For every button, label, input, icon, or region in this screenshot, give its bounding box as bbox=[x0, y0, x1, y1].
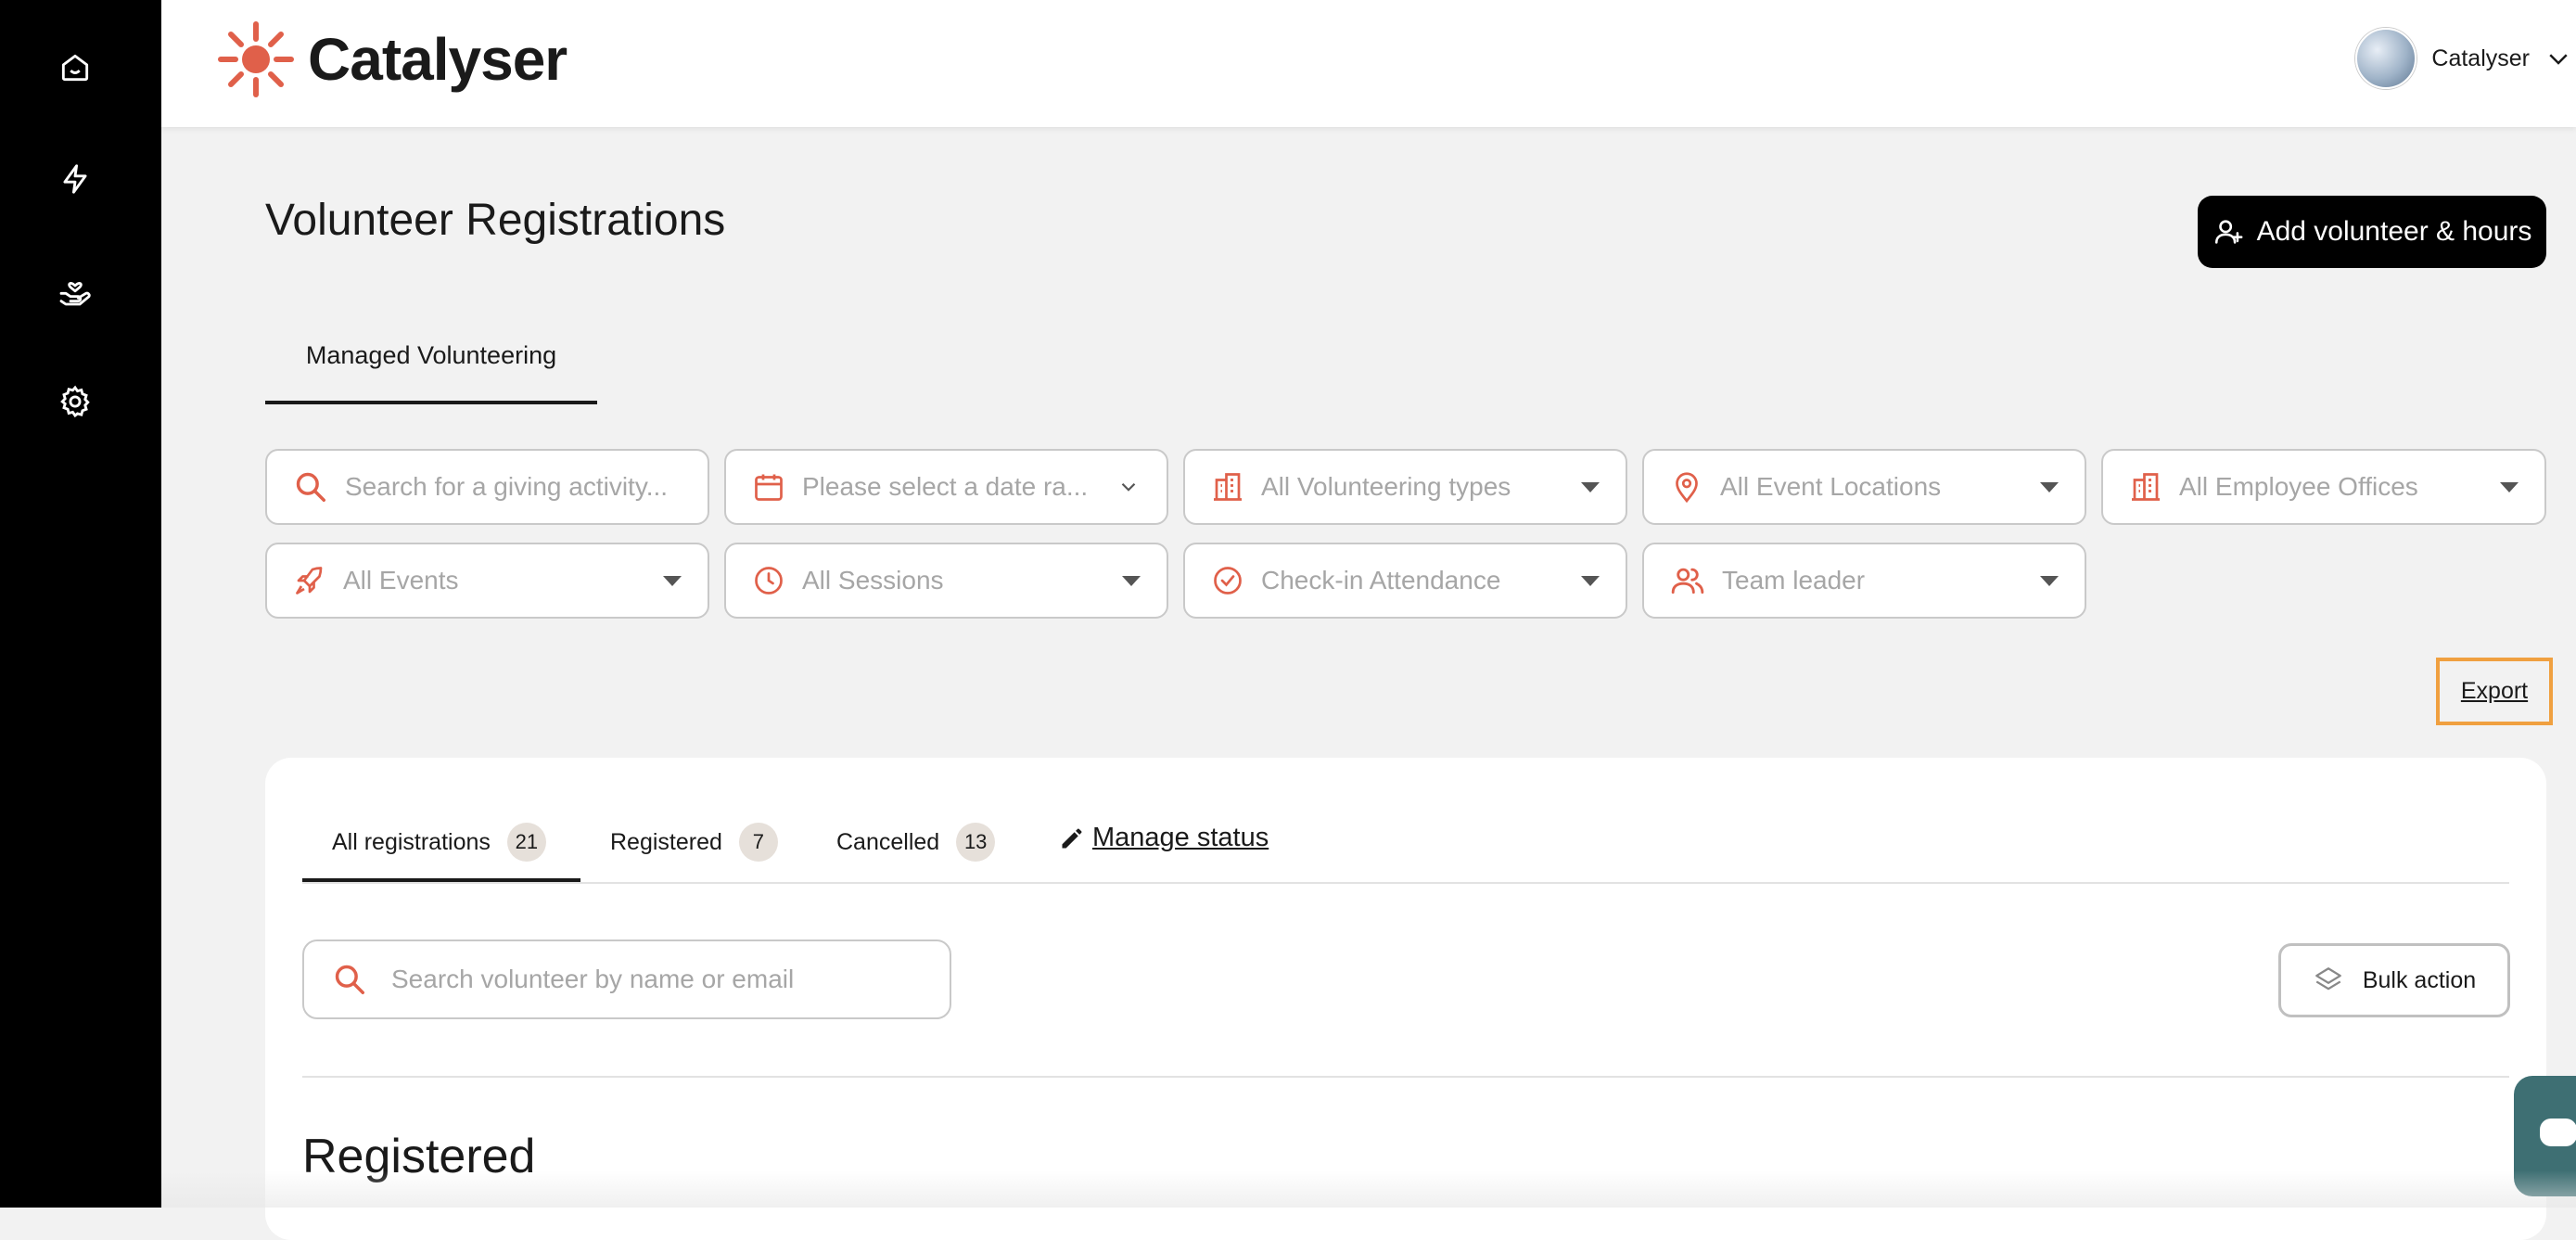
tab-label: Registered bbox=[610, 828, 722, 855]
count-badge: 13 bbox=[956, 823, 996, 862]
pencil-icon bbox=[1062, 828, 1082, 848]
tab-managed-volunteering[interactable]: Managed Volunteering bbox=[265, 341, 597, 404]
gear-icon[interactable] bbox=[52, 378, 98, 425]
activity-search-placeholder: Search for a giving activity... bbox=[345, 472, 669, 501]
tab-cancelled[interactable]: Cancelled 13 bbox=[836, 823, 996, 862]
location-pin-icon bbox=[1676, 472, 1698, 504]
tab-registered[interactable]: Registered 7 bbox=[610, 823, 778, 862]
user-menu[interactable]: Catalyser bbox=[2355, 28, 2576, 89]
top-bar: Catalyser Catalyser bbox=[161, 0, 2576, 127]
hand-heart-icon[interactable] bbox=[52, 267, 98, 313]
divider bbox=[302, 1076, 2509, 1078]
page-title: Volunteer Registrations bbox=[265, 196, 726, 245]
add-volunteer-button[interactable]: Add volunteer & hours bbox=[2198, 196, 2546, 268]
caret-down-icon bbox=[2040, 575, 2059, 586]
chevron-down-icon[interactable] bbox=[2544, 45, 2572, 72]
export-link[interactable]: Export bbox=[2436, 658, 2553, 725]
checkin-attendance-value: Check-in Attendance bbox=[1261, 566, 1501, 594]
rocket-icon bbox=[296, 567, 323, 594]
home-icon[interactable] bbox=[52, 45, 98, 91]
divider bbox=[302, 882, 2509, 884]
tab-label: Cancelled bbox=[836, 828, 940, 855]
caret-down-icon bbox=[1122, 575, 1141, 586]
employee-offices-select[interactable]: All Employee Offices bbox=[2101, 449, 2546, 525]
clock-icon bbox=[755, 567, 783, 594]
search-icon bbox=[335, 965, 364, 994]
count-badge: 21 bbox=[506, 823, 546, 862]
employee-offices-value: All Employee Offices bbox=[2179, 472, 2418, 501]
volunteer-search-input[interactable]: Search volunteer by name or email bbox=[302, 940, 951, 1019]
activity-search-input[interactable]: Search for a giving activity... bbox=[265, 449, 709, 525]
building-icon bbox=[2132, 473, 2160, 501]
volunteer-search-placeholder: Search volunteer by name or email bbox=[391, 965, 795, 993]
section-title: Registered bbox=[302, 1130, 536, 1183]
checkin-attendance-select[interactable]: Check-in Attendance bbox=[1183, 543, 1627, 619]
events-value: All Events bbox=[343, 566, 459, 594]
team-leader-value: Team leader bbox=[1722, 566, 1866, 594]
date-range-picker[interactable]: Please select a date ra... bbox=[724, 449, 1168, 525]
search-icon bbox=[296, 472, 325, 502]
caret-down-icon bbox=[663, 575, 682, 586]
tab-label: All registrations bbox=[332, 828, 491, 855]
users-icon bbox=[1671, 568, 1704, 594]
caret-down-icon bbox=[1581, 575, 1600, 586]
check-circle-icon bbox=[1214, 567, 1242, 594]
avatar[interactable] bbox=[2355, 28, 2417, 89]
sidebar bbox=[0, 0, 161, 1208]
sessions-value: All Sessions bbox=[802, 566, 944, 594]
user-name: Catalyser bbox=[2431, 45, 2530, 71]
chat-widget-button[interactable] bbox=[2514, 1076, 2576, 1196]
event-locations-select[interactable]: All Event Locations bbox=[1642, 449, 2086, 525]
chat-bubble-icon bbox=[2540, 1119, 2576, 1146]
caret-down-icon bbox=[1581, 481, 1600, 492]
bulk-action-button[interactable]: Bulk action bbox=[2278, 943, 2510, 1017]
count-badge: 7 bbox=[738, 823, 778, 862]
caret-down-icon bbox=[2040, 481, 2059, 492]
user-plus-icon bbox=[2214, 220, 2243, 244]
calendar-icon bbox=[755, 474, 783, 501]
date-range-placeholder: Please select a date ra... bbox=[802, 472, 1089, 501]
event-locations-value: All Event Locations bbox=[1720, 472, 1942, 501]
logo-text: Catalyser bbox=[308, 26, 567, 93]
tab-label: Managed Volunteering bbox=[305, 341, 557, 369]
layers-icon bbox=[2315, 967, 2341, 991]
team-leader-select[interactable]: Team leader bbox=[1642, 543, 2086, 619]
sun-logo-icon bbox=[218, 21, 294, 97]
bulk-action-label: Bulk action bbox=[2362, 966, 2477, 993]
building-icon bbox=[1214, 473, 1242, 501]
manage-status-link[interactable]: Manage status bbox=[1059, 823, 1269, 853]
manage-status-label: Manage status bbox=[1092, 823, 1269, 852]
sessions-select[interactable]: All Sessions bbox=[724, 543, 1168, 619]
volunteering-types-select[interactable]: All Volunteering types bbox=[1183, 449, 1627, 525]
chevron-down-icon bbox=[1121, 482, 1136, 492]
tab-all-registrations[interactable]: All registrations 21 bbox=[332, 823, 546, 862]
registrations-card: All registrations 21 Registered 7 Cancel… bbox=[265, 758, 2546, 1240]
lightning-icon[interactable] bbox=[52, 156, 98, 202]
events-select[interactable]: All Events bbox=[265, 543, 709, 619]
caret-down-icon bbox=[2500, 481, 2519, 492]
volunteering-types-value: All Volunteering types bbox=[1261, 472, 1511, 501]
logo[interactable]: Catalyser bbox=[217, 20, 567, 98]
add-volunteer-label: Add volunteer & hours bbox=[2256, 216, 2532, 247]
